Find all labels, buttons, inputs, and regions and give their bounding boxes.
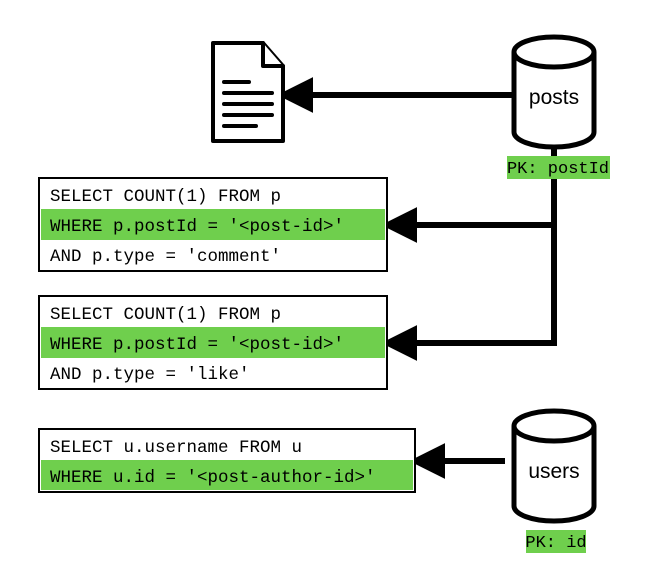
connector-posts-to-likes-query xyxy=(404,119,554,343)
likes-count-query: SELECT COUNT(1) FROM p WHERE p.postId = … xyxy=(39,296,387,389)
comments-query-line3: AND p.type = 'comment' xyxy=(50,247,281,267)
posts-database-icon: posts PK: postId xyxy=(507,37,610,179)
document-icon xyxy=(213,43,283,141)
users-db-pk: PK: id xyxy=(525,534,586,553)
likes-query-line1: SELECT COUNT(1) FROM p xyxy=(50,305,281,325)
users-db-label: users xyxy=(528,460,579,483)
author-username-query: SELECT u.username FROM u WHERE u.id = '<… xyxy=(39,429,415,492)
likes-query-line2: WHERE p.postId = '<post-id>' xyxy=(50,335,344,355)
comments-query-line2: WHERE p.postId = '<post-id>' xyxy=(50,217,344,237)
author-query-line1: SELECT u.username FROM u xyxy=(50,438,302,458)
likes-query-line3: AND p.type = 'like' xyxy=(50,365,250,385)
users-database-icon: users PK: id xyxy=(514,411,594,553)
author-query-line2: WHERE u.id = '<post-author-id>' xyxy=(50,468,376,488)
comments-query-line1: SELECT COUNT(1) FROM p xyxy=(50,187,281,207)
posts-db-pk: PK: postId xyxy=(507,160,609,179)
diagram-root: posts PK: postId users PK: id SELECT COU… xyxy=(0,0,659,573)
comments-count-query: SELECT COUNT(1) FROM p WHERE p.postId = … xyxy=(39,178,387,271)
posts-db-label: posts xyxy=(529,86,579,109)
